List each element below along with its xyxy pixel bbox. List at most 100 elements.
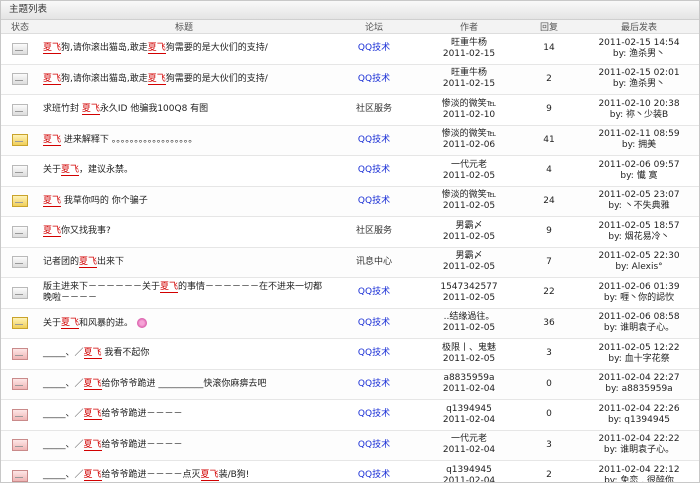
forum-link[interactable]: QQ技术 <box>358 287 390 297</box>
last-post-time[interactable]: 2011-02-05 12:22 <box>579 343 699 354</box>
last-post-time[interactable]: 2011-02-10 20:38 <box>579 99 699 110</box>
author-name[interactable]: 惨淡的微笑℡ <box>419 129 519 140</box>
forum-cell: QQ技术 <box>329 277 419 309</box>
author-name[interactable]: q1394945 <box>419 404 519 415</box>
last-post-cell: 2011-02-15 02:01 by: 渔杀男丶 <box>579 64 699 95</box>
author-name[interactable]: 男霸〆 <box>419 251 519 262</box>
author-name[interactable]: a8835959a <box>419 373 519 384</box>
last-post-author[interactable]: by: 渔杀男丶 <box>579 79 699 90</box>
author-name[interactable]: ..结缘過往。 <box>419 312 519 323</box>
forum-link[interactable]: QQ技术 <box>358 43 390 53</box>
author-name[interactable]: 一代元老 <box>419 434 519 445</box>
last-post-cell: 2011-02-04 22:12 by: 免恋 , 很醉你 <box>579 460 699 482</box>
author-name[interactable]: 极限丨、鬼魅 <box>419 343 519 354</box>
author-name[interactable]: q1394945 <box>419 465 519 476</box>
topic-icon <box>12 73 28 85</box>
last-post-author[interactable]: by: 渔杀男丶 <box>579 49 699 60</box>
topic-title-link[interactable]: _____、／夏飞给爷爷跪进－－－－点灭夏飞装/B狗! <box>43 470 249 482</box>
topic-title-link[interactable]: 夏飞 我草你吗的 你个骗子 <box>43 195 148 207</box>
last-post-time[interactable]: 2011-02-05 22:30 <box>579 251 699 262</box>
table-row: _____、／夏飞 我看不起你 QQ技术 极限丨、鬼魅 2011-02-05 3 2011… <box>1 338 699 370</box>
author-name[interactable]: 男霸〆 <box>419 221 519 232</box>
forum-cell: QQ技术 <box>329 369 419 400</box>
reply-count: 9 <box>519 94 579 126</box>
forum-link[interactable]: QQ技术 <box>358 348 390 358</box>
forum-link[interactable]: QQ技术 <box>358 318 390 328</box>
last-post-time[interactable]: 2011-02-04 22:26 <box>579 404 699 415</box>
topic-title-link[interactable]: _____、／夏飞给爷爷跪进－－－－ <box>43 409 183 421</box>
last-post-author[interactable]: by: 祢丶少装B <box>579 110 699 121</box>
topic-title-link[interactable]: 求班竹封 夏飞永久ID 他骗我100Q8 有图 <box>43 104 208 116</box>
topic-title-link[interactable]: 夏飞狗,请你滚出猫岛,敢走夏飞狗需要的是大伙们的支持/ <box>43 43 268 55</box>
forum-link[interactable]: QQ技术 <box>358 196 390 206</box>
topic-title-link[interactable]: 记者团的夏飞出来下 <box>43 256 124 268</box>
topic-table: 状态 标题 论坛 作者 回复 最后发表 夏飞狗,请你滚出猫岛,敢走夏飞狗需要的是… <box>1 20 699 482</box>
last-post-time[interactable]: 2011-02-05 18:57 <box>579 221 699 232</box>
last-post-author[interactable]: by: a8835959a <box>579 384 699 395</box>
last-post-author[interactable]: by: 谁眀袁子心。 <box>579 323 699 334</box>
last-post-time[interactable]: 2011-02-15 02:01 <box>579 68 699 79</box>
forum-link[interactable]: QQ技术 <box>358 440 390 450</box>
last-post-author[interactable]: by: 免恋 , 很醉你 <box>579 476 699 482</box>
forum-link[interactable]: 讯息中心 <box>356 257 392 267</box>
last-post-author[interactable]: by: 懴 寞 <box>579 171 699 182</box>
last-post-cell: 2011-02-05 22:30 by: Alexis° <box>579 247 699 278</box>
author-name[interactable]: 惨淡的微笑℡ <box>419 99 519 110</box>
last-post-author[interactable]: by: 拥美 <box>579 140 699 151</box>
last-post-author[interactable]: by: 血十字花祭 <box>579 354 699 365</box>
last-post-cell: 2011-02-06 01:39 by: 喱丶你的誋忺 <box>579 277 699 309</box>
topic-title-link[interactable]: 夏飞你又找我事? <box>43 226 111 238</box>
topic-title-link[interactable]: 夏飞狗,请你滚出猫岛,敢走夏飞狗需要的是大伙们的支持/ <box>43 73 268 85</box>
author-name[interactable]: 惨淡的微笑℡ <box>419 190 519 201</box>
last-post-time[interactable]: 2011-02-04 22:12 <box>579 465 699 476</box>
last-post-time[interactable]: 2011-02-04 22:22 <box>579 434 699 445</box>
forum-link[interactable]: 社区服务 <box>356 104 392 114</box>
author-name[interactable]: 一代元老 <box>419 160 519 171</box>
forum-link[interactable]: QQ技术 <box>358 409 390 419</box>
status-cell <box>1 430 39 461</box>
author-name[interactable]: 旺重牛杨 <box>419 38 519 49</box>
last-post-time[interactable]: 2011-02-15 14:54 <box>579 38 699 49</box>
forum-link[interactable]: QQ技术 <box>358 379 390 389</box>
reply-count: 3 <box>519 430 579 461</box>
forum-cell: QQ技术 <box>329 33 419 65</box>
forum-link[interactable]: QQ技术 <box>358 470 390 480</box>
reply-count: 36 <box>519 308 579 339</box>
last-post-cell: 2011-02-06 08:58 by: 谁眀袁子心。 <box>579 308 699 339</box>
last-post-time[interactable]: 2011-02-11 08:59 <box>579 129 699 140</box>
author-cell: 惨淡的微笑℡ 2011-02-10 <box>419 94 519 126</box>
hot-topic-icon <box>12 408 28 421</box>
last-post-time[interactable]: 2011-02-06 09:57 <box>579 160 699 171</box>
topic-title-link[interactable]: _____、／夏飞给你爷爷跪进 __________快滚你麻痹去吧 <box>43 378 266 390</box>
forum-link[interactable]: QQ技术 <box>358 74 390 84</box>
topic-title-link[interactable]: 夏飞 进来解释下 。。。。。。。。。。。。。。。。。。 <box>43 134 198 146</box>
table-row: 夏飞 我草你吗的 你个骗子 QQ技术 惨淡的微笑℡ 2011-02-05 24 2011-… <box>1 186 699 217</box>
topic-title-link[interactable]: 关于夏飞，建议永禁。 <box>43 165 133 177</box>
author-cell: q1394945 2011-02-04 <box>419 460 519 482</box>
topic-title-link[interactable]: _____、／夏飞 我看不起你 <box>43 348 149 360</box>
topic-title-link[interactable]: 关于夏飞和风暴的进。 <box>43 318 133 329</box>
last-post-author[interactable]: by: 丶不失典雅 <box>579 201 699 212</box>
forum-link[interactable]: 社区服务 <box>356 226 392 236</box>
last-post-time[interactable]: 2011-02-06 08:58 <box>579 312 699 323</box>
last-post-author[interactable]: by: q1394945 <box>579 415 699 426</box>
last-post-time[interactable]: 2011-02-06 01:39 <box>579 282 699 293</box>
author-name[interactable]: 旺重牛杨 <box>419 68 519 79</box>
topic-icon <box>12 286 28 299</box>
author-name[interactable]: 1547342577 <box>419 282 519 293</box>
title-text: 进来解释下 。。。。。。。。。。。。。。。。。。 <box>61 134 198 145</box>
topic-title-link[interactable]: 版主进来下－－－－－－关于夏飞的事情－－－－－－在不进来一切都晚啦－－－－ <box>43 281 322 303</box>
topic-title-link[interactable]: _____、／夏飞给爷爷跪进－－－－ <box>43 439 183 451</box>
last-post-author[interactable]: by: 谁眀袁子心。 <box>579 445 699 456</box>
last-post-author[interactable]: by: Alexis° <box>579 262 699 273</box>
forum-link[interactable]: QQ技术 <box>358 135 390 145</box>
last-post-time[interactable]: 2011-02-04 22:27 <box>579 373 699 384</box>
highlighted-keyword: 夏飞 <box>200 470 219 482</box>
table-row: 夏飞狗,请你滚出猫岛,敢走夏飞狗需要的是大伙们的支持/QQ技术 旺重牛杨 2011-… <box>1 64 699 95</box>
last-post-time[interactable]: 2011-02-05 23:07 <box>579 190 699 201</box>
last-post-author[interactable]: by: 喱丶你的誋忺 <box>579 293 699 304</box>
topic-icon <box>12 103 28 116</box>
title-text: 狗需要的是大伙们的支持/ <box>165 73 268 84</box>
forum-link[interactable]: QQ技术 <box>358 165 390 175</box>
last-post-author[interactable]: by: 烟花易冷丶 <box>579 232 699 243</box>
